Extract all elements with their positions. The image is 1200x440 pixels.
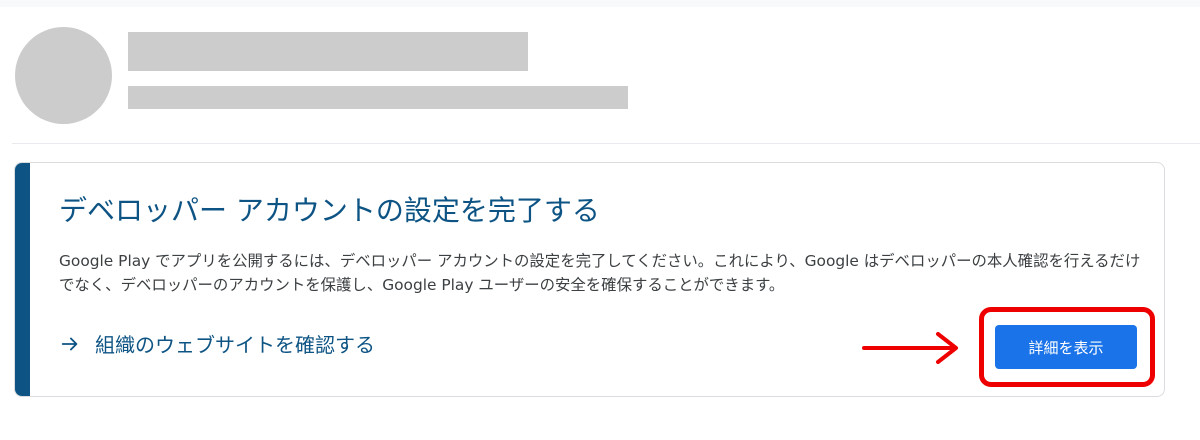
redacted-email xyxy=(128,86,628,109)
page: デベロッパー アカウントの設定を完了する Google Play でアプリを公開… xyxy=(0,0,1200,440)
header-divider xyxy=(12,143,1200,144)
avatar xyxy=(15,27,112,124)
top-strip xyxy=(0,0,1200,7)
redacted-name xyxy=(128,32,528,71)
annotation-arrow-icon xyxy=(862,332,958,364)
verify-website-link-label: 組織のウェブサイトを確認する xyxy=(95,333,375,357)
verify-website-link[interactable]: 組織のウェブサイトを確認する xyxy=(59,329,375,358)
card-accent-bar xyxy=(15,163,30,396)
arrow-right-icon xyxy=(61,337,78,350)
card-description: Google Play でアプリを公開するには、デベロッパー アカウントの設定を… xyxy=(59,252,1141,294)
annotation-highlight-box xyxy=(979,307,1155,387)
card-title: デベロッパー アカウントの設定を完了する xyxy=(59,194,600,227)
